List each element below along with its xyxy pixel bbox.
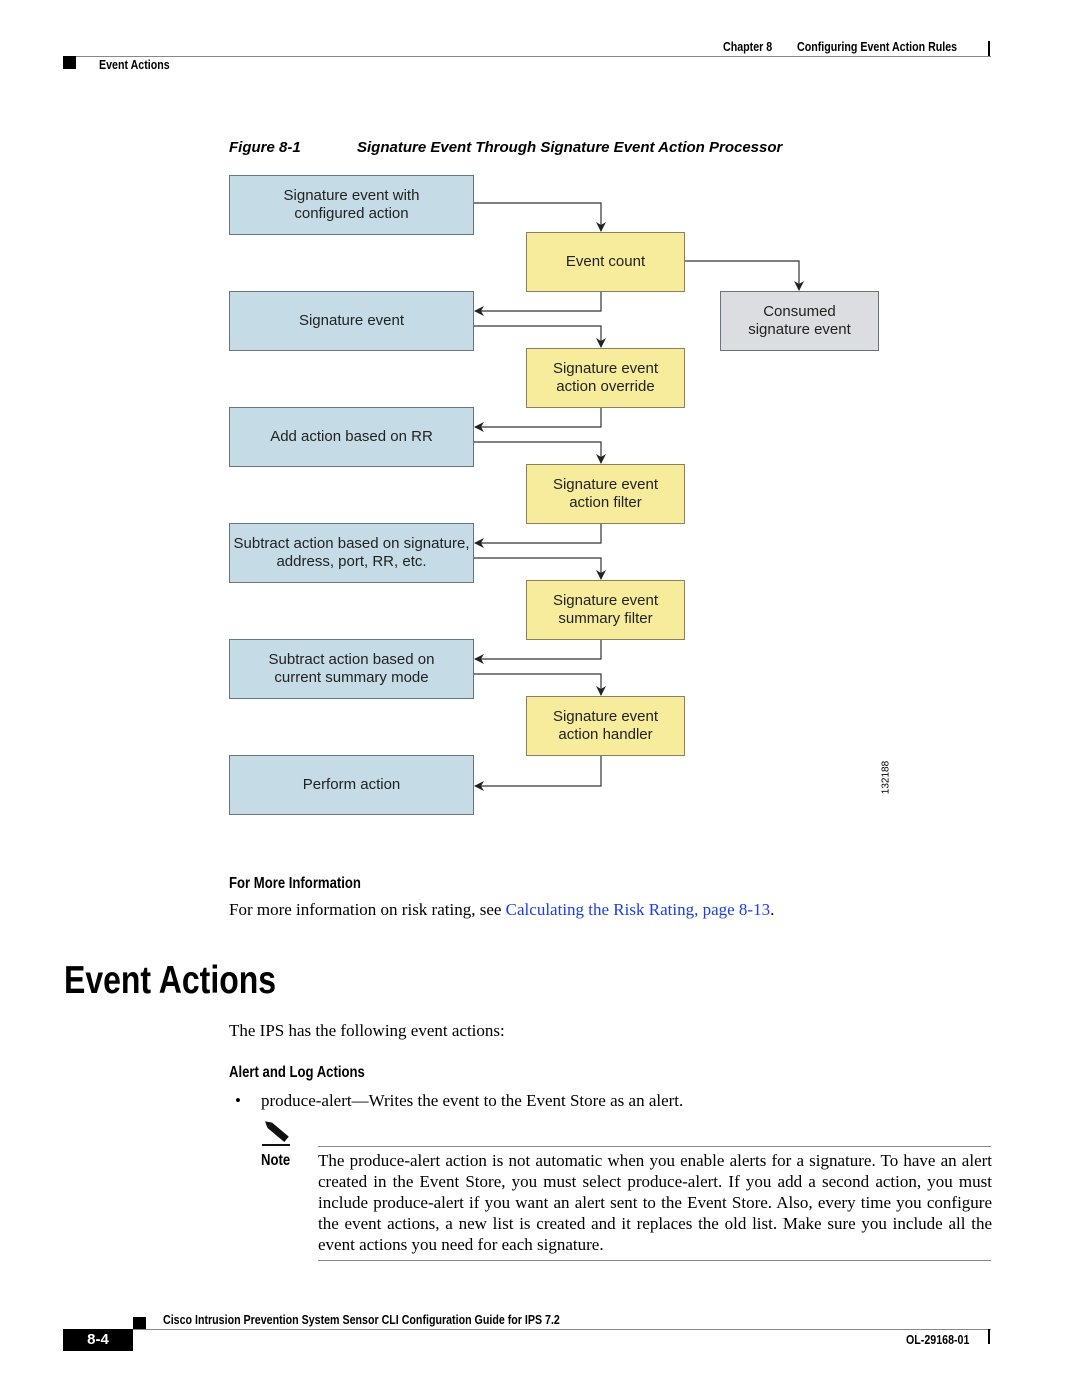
footer-rule bbox=[63, 1329, 991, 1330]
box-label: Signature event summary filter bbox=[552, 592, 659, 627]
section-intro: The IPS has the following event actions: bbox=[229, 1021, 505, 1040]
box-add-action-rr: Add action based on RR bbox=[229, 407, 474, 467]
box-action-handler: Signature event action handler bbox=[526, 696, 685, 756]
subheading-alert-log: Alert and Log Actions bbox=[229, 1064, 365, 1081]
note-text: The produce-alert action is not automati… bbox=[318, 1151, 992, 1254]
box-signature-event-configured: Signature event with configured action bbox=[229, 175, 474, 235]
bullet-produce-alert: produce-alert—Writes the event to the Ev… bbox=[261, 1091, 684, 1110]
footer-guide-title: Cisco Intrusion Prevention System Sensor… bbox=[163, 1312, 560, 1327]
note-top-rule bbox=[318, 1146, 991, 1147]
connector bbox=[474, 292, 602, 316]
box-label: Signature event with configured action bbox=[283, 187, 420, 222]
box-label: Consumed signature event bbox=[748, 303, 851, 338]
more-info-suffix: . bbox=[770, 900, 775, 919]
box-label: Add action based on RR bbox=[270, 428, 433, 445]
note-label: Note bbox=[261, 1152, 291, 1169]
box-label: Subtract action based on signature, addr… bbox=[233, 535, 470, 570]
box-subtract-action-signature: Subtract action based on signature, addr… bbox=[229, 523, 474, 583]
risk-rating-link[interactable]: Calculating the Risk Rating, page 8-13 bbox=[506, 900, 770, 919]
connector bbox=[474, 673, 606, 696]
box-perform-action: Perform action bbox=[229, 755, 474, 815]
connector bbox=[685, 260, 804, 291]
note-bottom-rule bbox=[318, 1260, 991, 1261]
connector bbox=[474, 408, 602, 432]
box-label: Event count bbox=[565, 253, 646, 270]
connector bbox=[474, 202, 606, 232]
box-label: Signature event action override bbox=[552, 360, 659, 395]
pencil-icon bbox=[262, 1121, 290, 1146]
more-info-text: For more information on risk rating, see… bbox=[229, 899, 774, 920]
box-subtract-action-summary: Subtract action based on current summary… bbox=[229, 639, 474, 699]
box-action-override: Signature event action override bbox=[526, 348, 685, 408]
connector bbox=[474, 441, 606, 464]
connector bbox=[474, 557, 606, 580]
box-consumed-signature-event: Consumed signature event bbox=[720, 291, 879, 351]
box-signature-event: Signature event bbox=[229, 291, 474, 351]
more-info-heading: For More Information bbox=[229, 875, 361, 892]
section-title: Event Actions bbox=[64, 959, 277, 1002]
footer-doc-number: OL-29168-01 bbox=[906, 1332, 970, 1347]
footer-bar bbox=[988, 1329, 990, 1344]
box-label: Signature event action filter bbox=[552, 476, 659, 511]
diagram-connectors bbox=[474, 202, 804, 791]
figure-id: 132188 bbox=[880, 760, 892, 795]
more-info-prefix: For more information on risk rating, see bbox=[229, 900, 506, 919]
box-label: Signature event action handler bbox=[552, 708, 659, 743]
box-label: Subtract action based on current summary… bbox=[268, 651, 435, 686]
connector bbox=[474, 756, 602, 791]
box-action-filter: Signature event action filter bbox=[526, 464, 685, 524]
box-summary-filter: Signature event summary filter bbox=[526, 580, 685, 640]
box-label: Perform action bbox=[302, 776, 401, 793]
connector bbox=[474, 325, 606, 348]
bullet-marker: • bbox=[235, 1091, 241, 1110]
connector bbox=[474, 640, 602, 664]
box-label: Signature event bbox=[298, 312, 405, 329]
connector bbox=[474, 524, 602, 548]
page-number: 8-4 bbox=[63, 1329, 133, 1351]
box-event-count: Event count bbox=[526, 232, 685, 292]
